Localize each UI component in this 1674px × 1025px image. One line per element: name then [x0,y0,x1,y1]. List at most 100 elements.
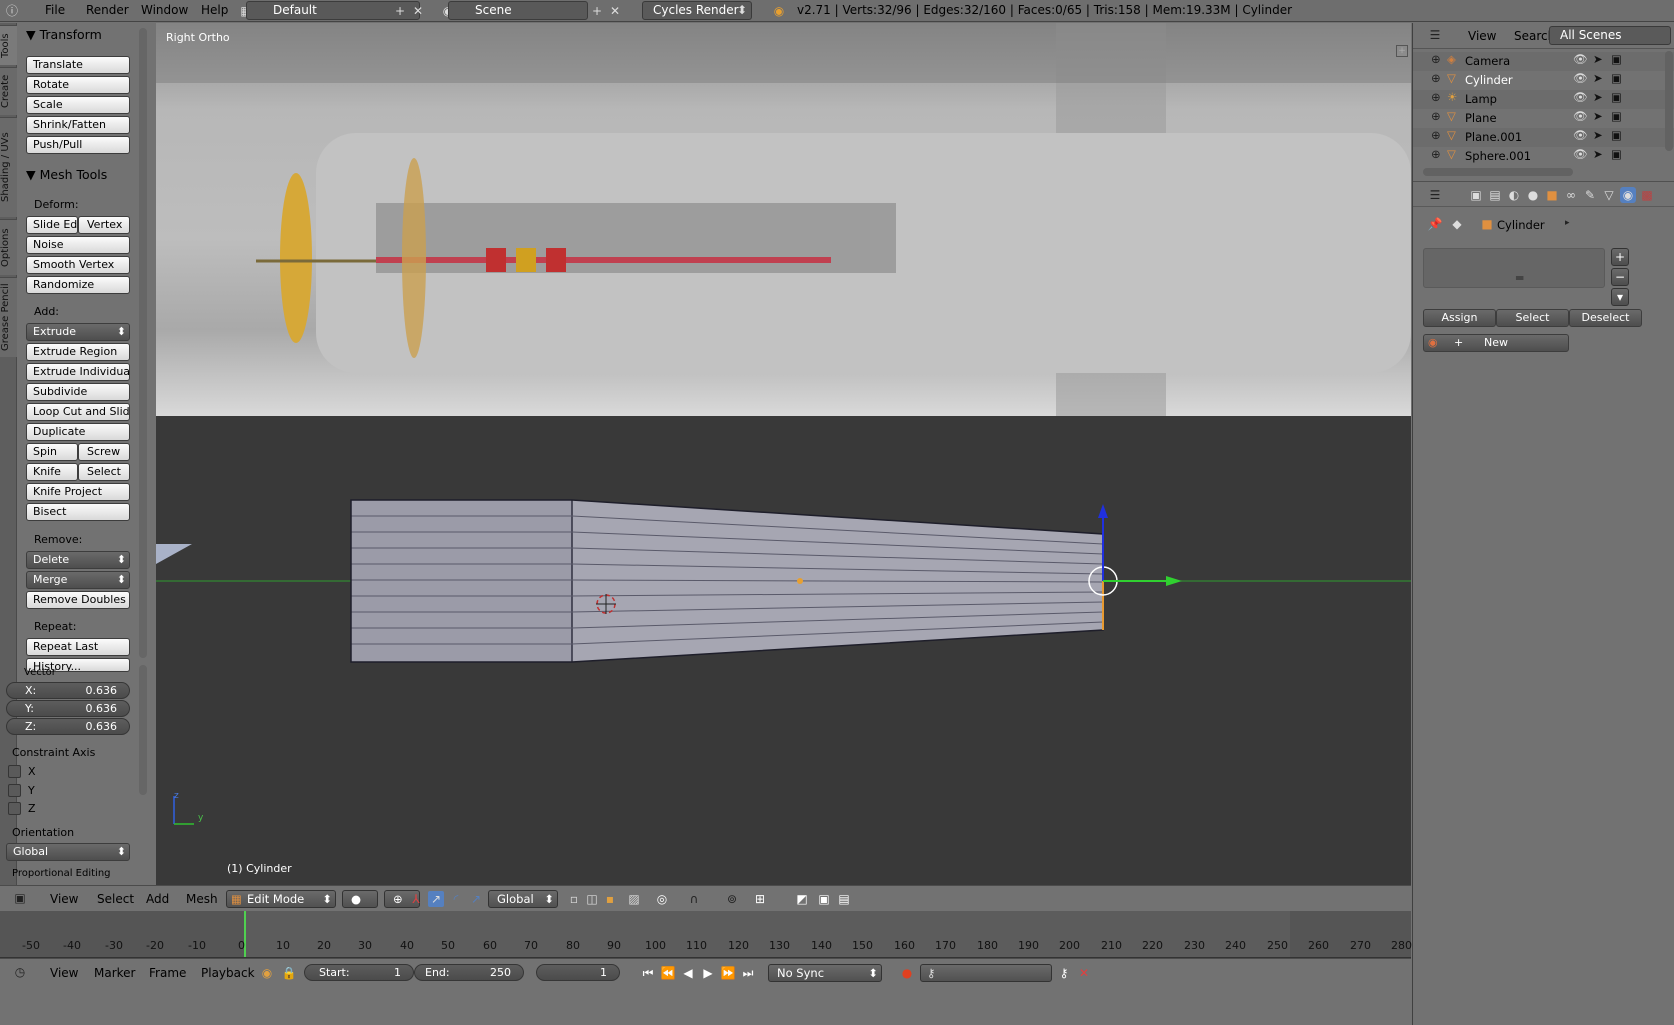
start-frame-field[interactable]: Start: 1 [304,964,414,981]
lock-icon[interactable]: 🔒 [281,965,297,981]
remove-scene-icon[interactable]: ✕ [607,3,623,19]
outliner-filter-dropdown[interactable]: All Scenes [1549,26,1671,45]
texture-tab-icon[interactable]: ▩ [1639,187,1655,203]
insert-keyframe-icon[interactable]: ⚷ [1056,965,1072,981]
extrude-region-button[interactable]: Extrude Region [26,343,130,361]
material-slot-list[interactable]: ═ [1423,248,1605,288]
outliner-item-plane[interactable]: ⊕ ▽ Plane 👁 ➤ ▣ [1413,109,1674,128]
timeline-menu-frame[interactable]: Frame [149,966,186,980]
remove-slot-icon[interactable]: − [1611,268,1629,286]
vector-z-field[interactable]: Z: 0.636 [6,718,130,735]
smooth-vertex-button[interactable]: Smooth Vertex [26,256,130,274]
tab-options[interactable]: Options [0,219,17,275]
record-icon[interactable]: ● [899,965,915,981]
sync-mode-dropdown[interactable]: No Sync ⬍ [768,964,882,982]
keying-set-field[interactable]: ⚷ [920,964,1052,982]
pin-icon[interactable]: 📌 [1427,216,1443,232]
render-camera-icon[interactable]: ▣ [1611,128,1622,142]
redo-panel-scrollbar[interactable] [139,665,147,795]
vertex-select-icon[interactable]: ▫ [566,891,582,907]
end-frame-field[interactable]: End: 250 [414,964,524,981]
jump-start-icon[interactable]: ⏮ [640,965,656,981]
selectable-arrow-icon[interactable]: ➤ [1593,52,1603,66]
render-camera-icon[interactable]: ▣ [1611,147,1622,161]
render-engine-dropdown[interactable]: Cycles Render ⬍ [642,1,752,20]
shading-dropdown[interactable]: ● [342,890,378,908]
rotate-manipulator-icon[interactable]: ◜ [448,891,464,907]
expand-icon[interactable]: ⊕ [1431,109,1441,123]
vertex-slide-button[interactable]: Vertex [78,216,130,234]
constraint-x-checkbox[interactable] [8,765,21,778]
proportional-edit-icon[interactable]: ◎ [654,891,670,907]
constraint-z-checkbox[interactable] [8,802,21,815]
slide-edge-button[interactable]: Slide Ed [26,216,78,234]
info-editor-icon[interactable]: ⓘ [4,3,20,19]
outliner-v-scrollbar[interactable] [1665,51,1673,151]
timeline-editor-icon[interactable]: ◷ [12,964,28,980]
delete-dropdown[interactable]: Delete ⬍ [26,551,130,569]
current-frame-field[interactable]: 1 [536,964,620,981]
play-icon[interactable]: ▶ [700,965,716,981]
add-layout-icon[interactable]: + [392,3,408,19]
edge-select-icon[interactable]: ◫ [584,891,600,907]
randomize-button[interactable]: Randomize [26,276,130,294]
visibility-eye-icon[interactable]: 👁 [1573,109,1588,123]
remove-doubles-button[interactable]: Remove Doubles [26,591,130,609]
visibility-eye-icon[interactable]: 👁 [1573,147,1588,161]
3d-view-editor-icon[interactable]: ▣ [12,890,28,906]
jump-keyframe-forward-icon[interactable]: ⏩ [720,965,736,981]
outliner-h-scrollbar[interactable] [1423,168,1573,176]
expand-icon[interactable]: ⊕ [1431,52,1441,66]
transform-orientation-dropdown[interactable]: Global ⬍ [488,890,558,908]
outliner-item-cylinder[interactable]: ⊕ ▽ Cylinder 👁 ➤ ▣ [1413,71,1674,90]
screw-button[interactable]: Screw [78,443,130,461]
visibility-eye-icon[interactable]: 👁 [1573,90,1588,104]
tab-shading-uvs[interactable]: Shading / UVs [0,117,17,217]
bisect-button[interactable]: Bisect [26,503,130,521]
extrude-individual-button[interactable]: Extrude Individual [26,363,130,381]
deselect-button[interactable]: Deselect [1569,309,1642,327]
spin-button[interactable]: Spin [26,443,78,461]
face-select-icon[interactable]: ▪ [602,891,618,907]
duplicate-button[interactable]: Duplicate [26,423,130,441]
viewport-menu-select[interactable]: Select [97,892,134,906]
constraints-tab-icon[interactable]: ∞ [1563,187,1579,203]
3d-viewport[interactable]: Right Ortho z y (1) Cylinder + [156,23,1411,885]
extrude-dropdown[interactable]: Extrude ⬍ [26,323,130,341]
vector-x-field[interactable]: X: 0.636 [6,682,130,699]
render-camera-icon[interactable]: ▣ [1611,52,1622,66]
resize-handle-icon[interactable]: ═ [1516,271,1523,285]
object-tab-icon[interactable]: ■ [1544,187,1560,203]
outliner-editor-icon[interactable]: ☰ [1427,27,1443,43]
menu-file[interactable]: File [45,3,65,17]
jump-keyframe-back-icon[interactable]: ⏪ [660,965,676,981]
constraint-y-checkbox[interactable] [8,784,21,797]
mesh-tools-panel-header[interactable]: ▼ Mesh Tools [26,167,107,182]
new-material-button[interactable]: ◉ + New [1423,334,1569,352]
selectable-arrow-icon[interactable]: ➤ [1593,71,1603,85]
world-tab-icon[interactable]: ● [1525,187,1541,203]
menu-render[interactable]: Render [86,3,129,17]
mode-dropdown[interactable]: ▦ Edit Mode ⬍ [226,890,336,908]
remove-layout-icon[interactable]: ✕ [410,3,426,19]
transform-panel-header[interactable]: ▼ Transform [26,27,102,42]
outliner-item-sphere-001[interactable]: ⊕ ▽ Sphere.001 👁 ➤ ▣ [1413,147,1674,166]
expand-icon[interactable]: ⊕ [1431,71,1441,85]
viewport-menu-mesh[interactable]: Mesh [186,892,218,906]
delete-keyframe-icon[interactable]: ✕ [1076,965,1092,981]
timeline-menu-playback[interactable]: Playback [201,966,255,980]
visibility-eye-icon[interactable]: 👁 [1573,71,1588,85]
render-camera-icon[interactable]: ▣ [1611,71,1622,85]
select-material-button[interactable]: Select [1496,309,1569,327]
expand-icon[interactable]: ⊕ [1431,90,1441,104]
scale-button[interactable]: Scale [26,96,130,114]
render-camera-icon[interactable]: ▣ [1611,109,1622,123]
scale-manipulator-icon[interactable]: ↗ [468,891,484,907]
selectable-arrow-icon[interactable]: ➤ [1593,90,1603,104]
selectable-arrow-icon[interactable]: ➤ [1593,128,1603,142]
viewport-menu-add[interactable]: Add [146,892,169,906]
push-pull-button[interactable]: Push/Pull [26,136,130,154]
play-reverse-icon[interactable]: ◀ [680,965,696,981]
merge-dropdown[interactable]: Merge ⬍ [26,571,130,589]
selectable-arrow-icon[interactable]: ➤ [1593,147,1603,161]
